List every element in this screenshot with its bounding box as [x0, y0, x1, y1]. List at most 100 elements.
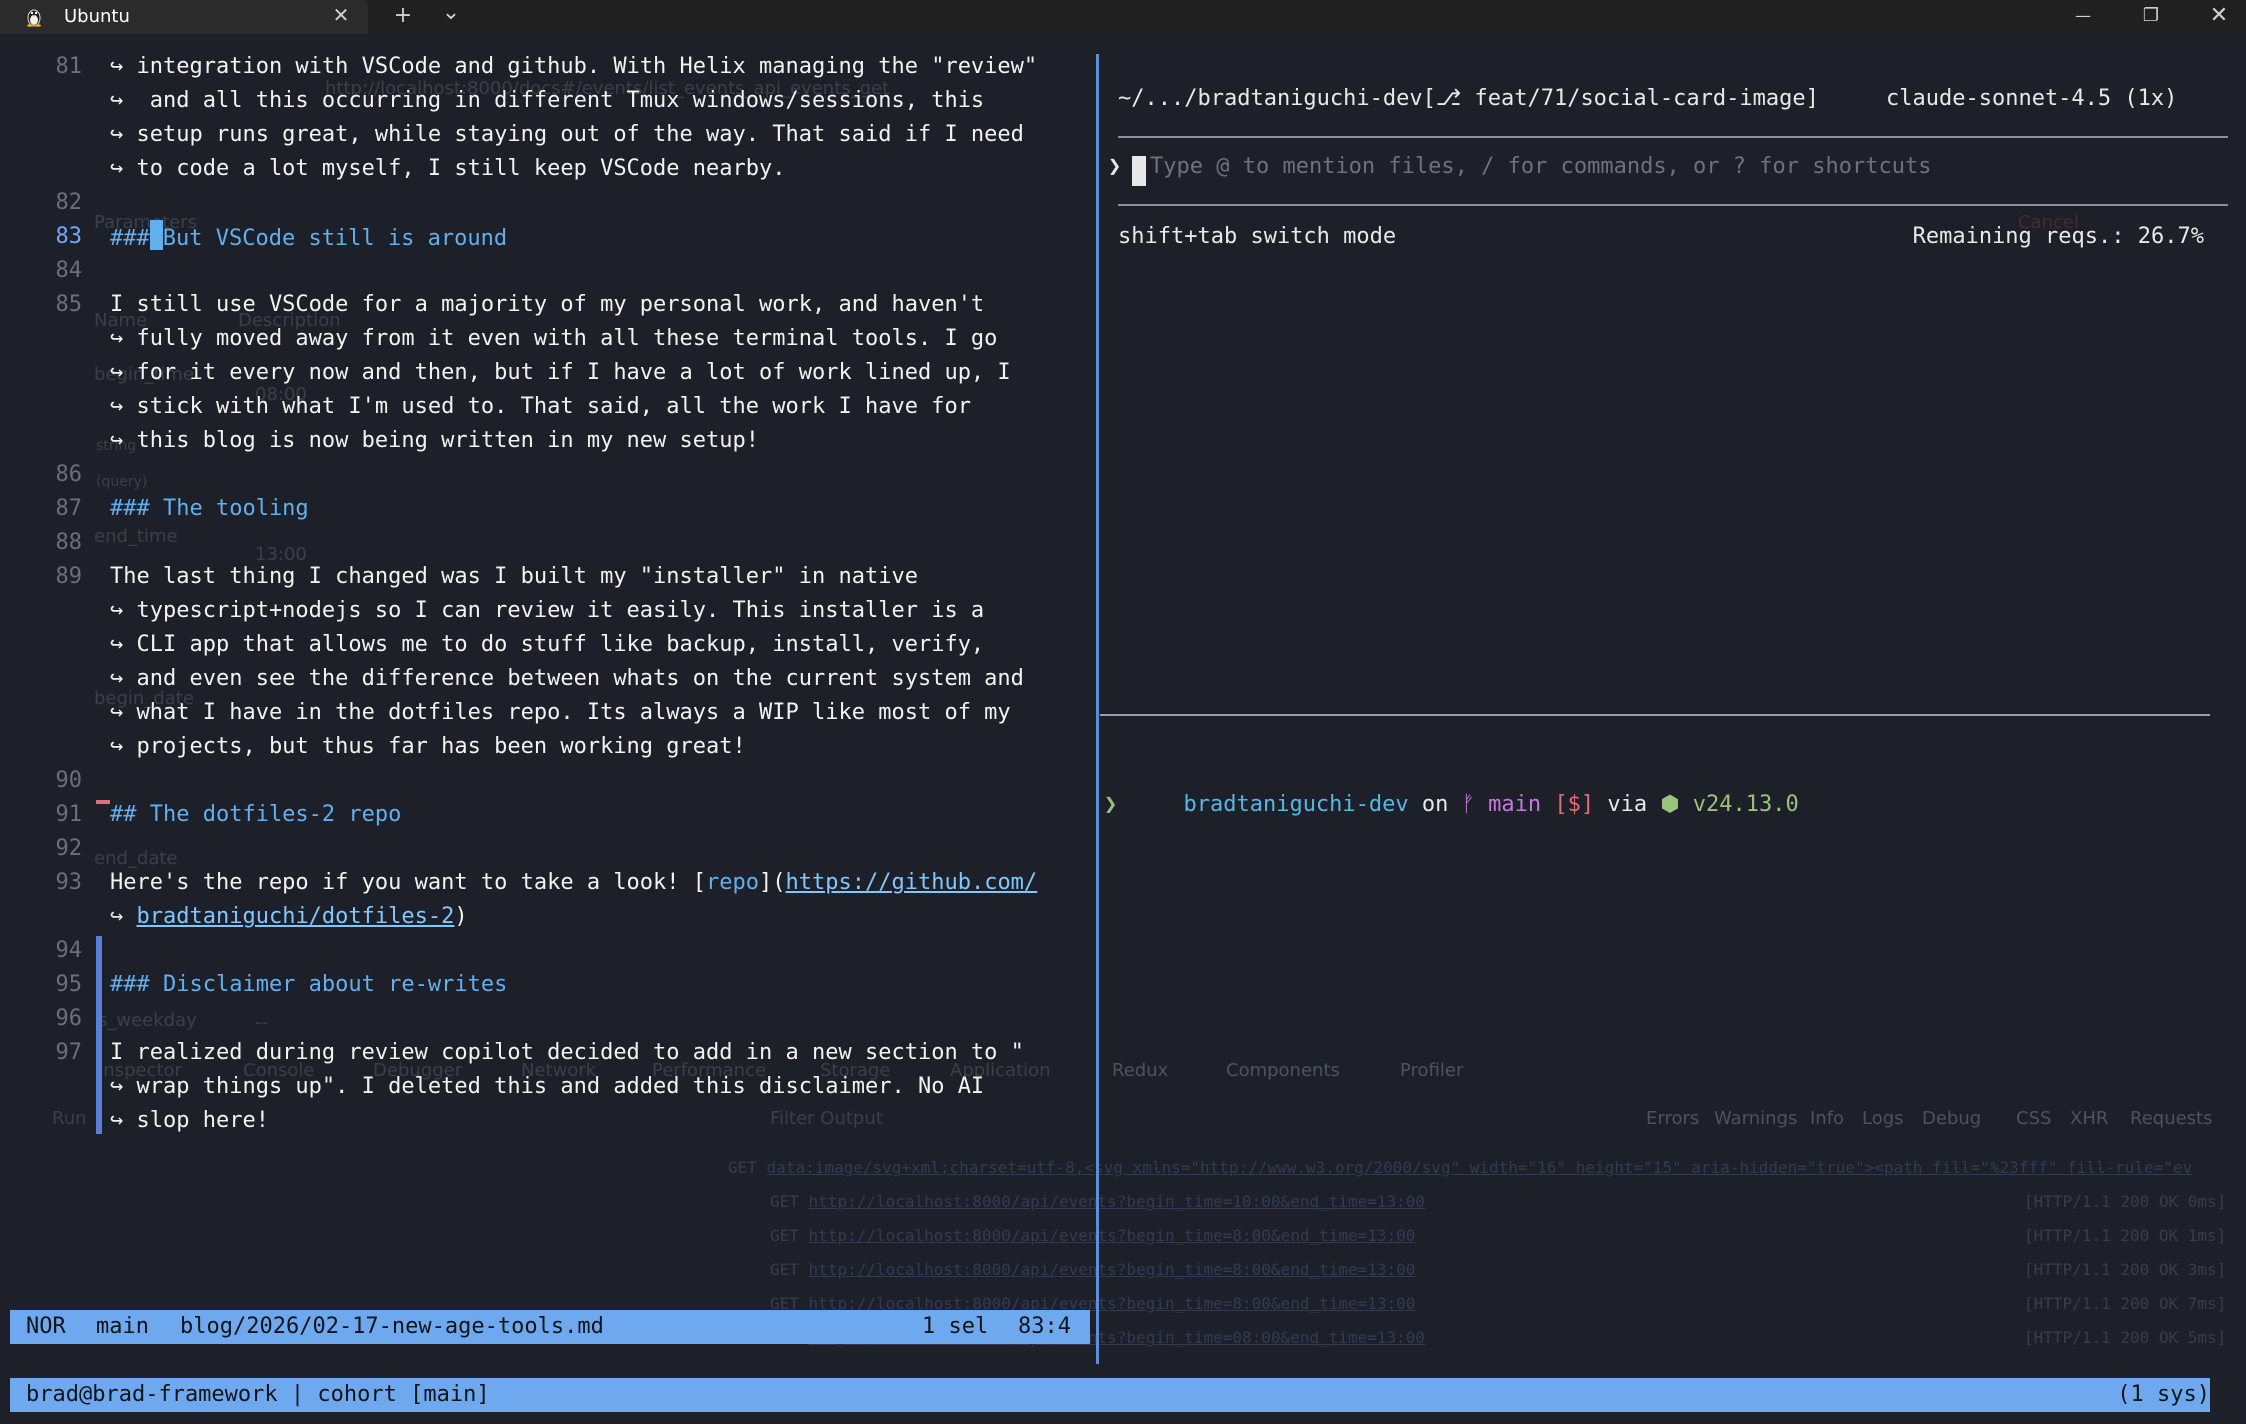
editor-line[interactable]: ↪ for it every now and then, but if I ha…	[0, 356, 1096, 390]
line-number: 92	[55, 836, 83, 861]
editor-line[interactable]: 85 I still use VSCode for a majority of m…	[0, 288, 1096, 322]
line-text: ↪ wrap things up". I deleted this and ad…	[110, 1074, 985, 1099]
ghost-filter-item: Errors	[1646, 1108, 1700, 1129]
editor-line[interactable]: ↪ projects, but thus far has been workin…	[0, 730, 1096, 764]
line-text: ### Disclaimer about re-writes	[110, 972, 508, 997]
pane-divider-horizontal[interactable]	[1100, 714, 2210, 716]
ghost-request-status: [HTTP/1.1 200 OK 1ms]	[2024, 1226, 2227, 1245]
editor-line[interactable]: ↪ setup runs great, while staying out of…	[0, 118, 1096, 152]
editor-line[interactable]: 93 Here's the repo if you want to take a …	[0, 866, 1096, 900]
git-branch-icon: ᚠ	[1461, 792, 1475, 817]
maximize-button[interactable]: ❐	[2136, 3, 2166, 29]
editor-position: 83:4	[1018, 1314, 1071, 1339]
line-number: 88	[55, 530, 83, 555]
line-text: Here's the repo if you want to take a lo…	[110, 870, 1038, 895]
minimize-button[interactable]: —	[2068, 3, 2098, 29]
editor-line[interactable]: ↪ typescript+nodejs so I can review it e…	[0, 594, 1096, 628]
tab-ubuntu[interactable]: Ubuntu ✕	[0, 0, 368, 34]
editor-line[interactable]: ↪ CLI app that allows me to do stuff lik…	[0, 628, 1096, 662]
window-titlebar: Ubuntu ✕ + ⌄ — ❐ ✕	[0, 0, 2246, 34]
editor-mode: NOR	[26, 1314, 66, 1339]
editor-statusline: NOR main blog/2026/02-17-new-age-tools.m…	[10, 1310, 1090, 1344]
editor-line[interactable]: ↪ to code a lot myself, I still keep VSC…	[0, 152, 1096, 186]
editor-line[interactable]: ↪ and all this occurring in different Tm…	[0, 84, 1096, 118]
agent-prompt-input[interactable]: Type @ to mention files, / for commands,…	[1150, 154, 1931, 179]
ghost-filter-item: XHR	[2070, 1108, 2109, 1129]
line-text: ↪ this blog is now being written in my n…	[110, 428, 760, 453]
shell-input-caret[interactable]: ❯	[1104, 788, 1117, 822]
shell-prompt: bradtaniguchi-dev on ᚠ main [$] via ⬢ v2…	[1104, 754, 1799, 856]
ghost-request-status: [HTTP/1.1 200 OK 0ms]	[2024, 1192, 2227, 1211]
editor-line[interactable]: 96	[0, 1002, 1096, 1036]
divider	[1118, 136, 2228, 138]
editor-line[interactable]: 88	[0, 526, 1096, 560]
new-tab-button[interactable]: +	[388, 3, 418, 29]
line-number: 95	[55, 972, 83, 997]
editor-line[interactable]: 97 I realized during review copilot decid…	[0, 1036, 1096, 1070]
editor-line[interactable]: 94	[0, 934, 1096, 968]
editor-line[interactable]: 84	[0, 254, 1096, 288]
line-number: 90	[55, 768, 83, 793]
nodejs-icon: ⬢	[1660, 792, 1680, 817]
editor-line[interactable]: 91 ## The dotfiles-2 repo	[0, 798, 1096, 832]
editor-line[interactable]: 87 ### The tooling	[0, 492, 1096, 526]
line-number: 93	[55, 870, 83, 895]
line-text: ### The tooling	[110, 496, 309, 521]
editor-file: blog/2026/02-17-new-age-tools.md	[180, 1314, 604, 1339]
prompt-node-version: v24.13.0	[1679, 792, 1799, 817]
line-number: 84	[55, 258, 83, 283]
editor-line[interactable]: 86	[0, 458, 1096, 492]
line-text: ↪ typescript+nodejs so I can review it e…	[110, 598, 985, 623]
line-text: ↪ slop here!	[110, 1108, 269, 1133]
ghost-request-status: [HTTP/1.1 200 OK 7ms]	[2024, 1294, 2227, 1313]
ghost-tab: Profiler	[1400, 1060, 1464, 1081]
ghost-tab: Redux	[1112, 1060, 1169, 1081]
editor-line[interactable]: ↪ wrap things up". I deleted this and ad…	[0, 1070, 1096, 1104]
line-text: ↪ CLI app that allows me to do stuff lik…	[110, 632, 985, 657]
close-window-button[interactable]: ✕	[2204, 3, 2234, 29]
close-tab-icon[interactable]: ✕	[326, 2, 356, 28]
editor-line[interactable]: 89 The last thing I changed was I built m…	[0, 560, 1096, 594]
editor-line[interactable]: ↪ bradtaniguchi/dotfiles-2)	[0, 900, 1096, 934]
line-text: ↪ and all this occurring in different Tm…	[110, 88, 985, 113]
line-text: ↪ and even see the difference between wh…	[110, 666, 1024, 691]
line-number: 81	[55, 54, 83, 79]
editor-line[interactable]: ↪ stick with what I'm used to. That said…	[0, 390, 1096, 424]
agent-remaining-requests: Remaining reqs.: 26.7%	[1912, 224, 2204, 249]
ghost-request-status: [HTTP/1.1 200 OK 3ms]	[2024, 1260, 2227, 1279]
agent-mode-hint: shift+tab switch mode	[1118, 224, 1397, 249]
line-text: ↪ integration with VSCode and github. Wi…	[110, 54, 1038, 79]
editor-line[interactable]: 95 ### Disclaimer about re-writes	[0, 968, 1096, 1002]
copilot-agent-pane[interactable]: ~/.../bradtaniguchi-dev[⎇ feat/71/social…	[1100, 34, 2246, 724]
line-text: ↪ what I have in the dotfiles repo. Its …	[110, 700, 1011, 725]
editor-line[interactable]: ↪ fully moved away from it even with all…	[0, 322, 1096, 356]
editor-line[interactable]: ↪ what I have in the dotfiles repo. Its …	[0, 696, 1096, 730]
ghost-request-status: [HTTP/1.1 200 OK 5ms]	[2024, 1328, 2227, 1347]
shell-pane[interactable]: bradtaniguchi-dev on ᚠ main [$] via ⬢ v2…	[1100, 754, 2246, 894]
editor-line[interactable]: 92	[0, 832, 1096, 866]
prompt-text: via	[1594, 792, 1661, 817]
helix-editor-pane[interactable]: 81 ↪ integration with VSCode and github. …	[0, 34, 1096, 1344]
editor-line[interactable]: 83 ### But VSCode still is around	[0, 220, 1096, 254]
editor-line[interactable]: ↪ this blog is now being written in my n…	[0, 424, 1096, 458]
line-text: ## The dotfiles-2 repo	[110, 802, 402, 827]
editor-line[interactable]: 90	[0, 764, 1096, 798]
line-number: 97	[55, 1040, 83, 1065]
editor-line[interactable]: 82	[0, 186, 1096, 220]
editor-line[interactable]: 81 ↪ integration with VSCode and github. …	[0, 50, 1096, 84]
ghost-filter-item: Warnings	[1714, 1108, 1798, 1129]
tmux-session-info: brad@brad-framework | cohort [main]	[26, 1382, 490, 1407]
tab-dropdown-icon[interactable]: ⌄	[436, 0, 466, 26]
editor-cursor	[149, 220, 163, 250]
line-text: I still use VSCode for a majority of my …	[110, 292, 985, 317]
line-text: The last thing I changed was I built my …	[110, 564, 918, 589]
editor-branch: main	[96, 1314, 149, 1339]
prompt-directory: bradtaniguchi-dev	[1183, 792, 1409, 817]
editor-line[interactable]: ↪ slop here!	[0, 1104, 1096, 1138]
pane-divider[interactable]	[1096, 54, 1099, 1364]
terminal-area: http://localhost:8000/docs#/events/list_…	[0, 34, 2246, 1424]
line-text: ↪ bradtaniguchi/dotfiles-2)	[110, 904, 468, 929]
agent-model: claude-sonnet-4.5 (1x)	[1886, 86, 2178, 111]
editor-line[interactable]: ↪ and even see the difference between wh…	[0, 662, 1096, 696]
line-number: 86	[55, 462, 83, 487]
